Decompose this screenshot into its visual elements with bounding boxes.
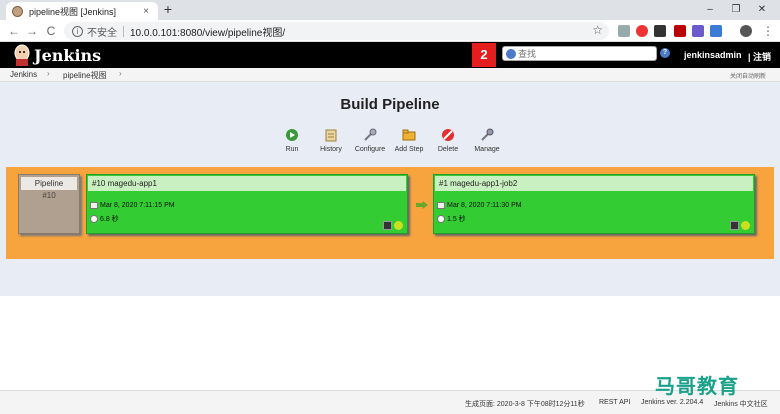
browser-tab-bar: pipeline视图 [Jenkins] × + – ❐ ✕ [0,0,780,20]
chevron-right-icon: › [47,69,50,78]
page-generated-text: 生成页面: 2020-3-8 下午08时12分11秒 [465,401,585,408]
chevron-right-icon: › [119,69,122,78]
build-card[interactable]: #10 magedu-app1 Mar 8, 2020 7:11:15 PM 6… [86,174,408,234]
main-content: Build Pipeline Run History Configure Add… [0,82,780,296]
browser-menu-button[interactable]: ⋮ [760,23,776,39]
rebuild-icon[interactable] [394,221,403,230]
forward-button[interactable]: → [24,23,40,39]
rest-api-link[interactable]: REST API [599,399,630,406]
extension-icon[interactable] [636,25,648,37]
build-time: Mar 8, 2020 7:11:15 PM [100,202,175,209]
clock-icon [90,215,98,223]
delete-icon [442,129,454,141]
clock-icon [437,215,445,223]
build-actions [383,221,403,230]
new-tab-button[interactable]: + [160,2,176,18]
address-bar[interactable]: i 不安全 10.0.0.101:8080/view/pipeline视图/ ☆ [64,22,609,40]
insecure-label: 不安全 [87,27,117,39]
configure-icon [364,128,377,141]
pipeline-revision-box[interactable]: Pipeline #10 [18,174,80,234]
history-icon [325,129,337,142]
jenkins-logo-icon[interactable] [12,44,32,66]
jenkins-community-link[interactable]: Jenkins 中文社区 [714,399,768,409]
translate-extension-icon[interactable] [710,25,722,37]
delete-label: Delete [437,146,459,153]
bookmark-star-icon[interactable]: ☆ [592,23,603,37]
info-icon[interactable]: i [72,25,83,37]
arrow-right-icon [416,201,428,209]
breadcrumb-item-jenkins[interactable]: Jenkins [10,70,37,79]
profile-avatar-icon[interactable] [740,25,752,37]
jenkins-version-link[interactable]: Jenkins ver. 2.204.4 [641,399,703,406]
manage-label: Manage [474,146,500,153]
console-icon[interactable] [383,221,392,230]
build-duration-row: 1.5 秒 [437,214,466,224]
build-actions [730,221,750,230]
back-button[interactable]: ← [6,23,22,39]
help-icon[interactable]: ? [660,48,670,58]
build-duration: 6.8 秒 [100,216,119,223]
calendar-icon [90,202,98,209]
jenkins-title[interactable]: Jenkins [34,46,101,65]
logout-link[interactable]: | 注销 [748,50,771,63]
manage-icon [481,128,494,141]
tab-title: pipeline视图 [Jenkins] [29,6,117,17]
build-duration: 1.5 秒 [447,216,466,223]
window-close-button[interactable]: ✕ [752,2,772,18]
search-box[interactable] [502,46,657,61]
search-input[interactable] [518,48,648,59]
minimize-button[interactable]: – [700,2,720,18]
maximize-button[interactable]: ❐ [726,2,746,18]
build-time-row: Mar 8, 2020 7:11:30 PM [437,202,522,209]
extension-icon[interactable] [654,25,666,37]
run-icon [286,129,298,141]
breadcrumb-item-pipeline-view[interactable]: pipeline视图 [63,70,107,81]
pipeline-number[interactable]: #10 [19,191,79,200]
configure-label: Configure [354,146,386,153]
pipeline-label: Pipeline [21,177,77,190]
browser-tab[interactable]: pipeline视图 [Jenkins] × [6,2,158,20]
notification-badge[interactable]: 2 [472,43,496,67]
url-text[interactable]: 10.0.0.101:8080/view/pipeline视图/ [130,24,285,39]
add-step-label: Add Step [394,146,424,153]
search-icon [506,48,516,59]
build-time: Mar 8, 2020 7:11:30 PM [447,202,522,209]
watermark-logo: 马哥教育 [655,376,739,398]
rebuild-icon[interactable] [741,221,750,230]
jenkins-favicon-icon [12,5,23,17]
divider [123,25,124,37]
page-title: Build Pipeline [340,96,440,113]
history-label: History [320,146,342,153]
pdf-extension-icon[interactable] [674,25,686,37]
extension-icon[interactable] [692,25,704,37]
add-step-icon [402,129,416,141]
build-card[interactable]: #1 magedu-app1-job2 Mar 8, 2020 7:11:30 … [433,174,755,234]
build-title[interactable]: #10 magedu-app1 [88,176,406,191]
build-title[interactable]: #1 magedu-app1-job2 [435,176,753,191]
calendar-icon [437,202,445,209]
breadcrumb: Jenkins › pipeline视图 › 关闭自动刷新 [0,68,780,82]
browser-toolbar: ← → C i 不安全 10.0.0.101:8080/view/pipelin… [0,20,780,42]
console-icon[interactable] [730,221,739,230]
build-duration-row: 6.8 秒 [90,214,119,224]
pipeline-band: Pipeline #10 #10 magedu-app1 Mar 8, 2020… [6,167,774,259]
reload-button[interactable]: C [43,23,59,39]
build-time-row: Mar 8, 2020 7:11:15 PM [90,202,175,209]
manage-button[interactable]: Manage [462,128,512,153]
disable-auto-refresh-link[interactable]: 关闭自动刷新 [730,71,766,80]
user-link[interactable]: jenkinsadmin [684,50,742,60]
extension-icon[interactable] [618,25,630,37]
run-label: Run [285,146,299,153]
tab-close-icon[interactable]: × [140,6,152,17]
